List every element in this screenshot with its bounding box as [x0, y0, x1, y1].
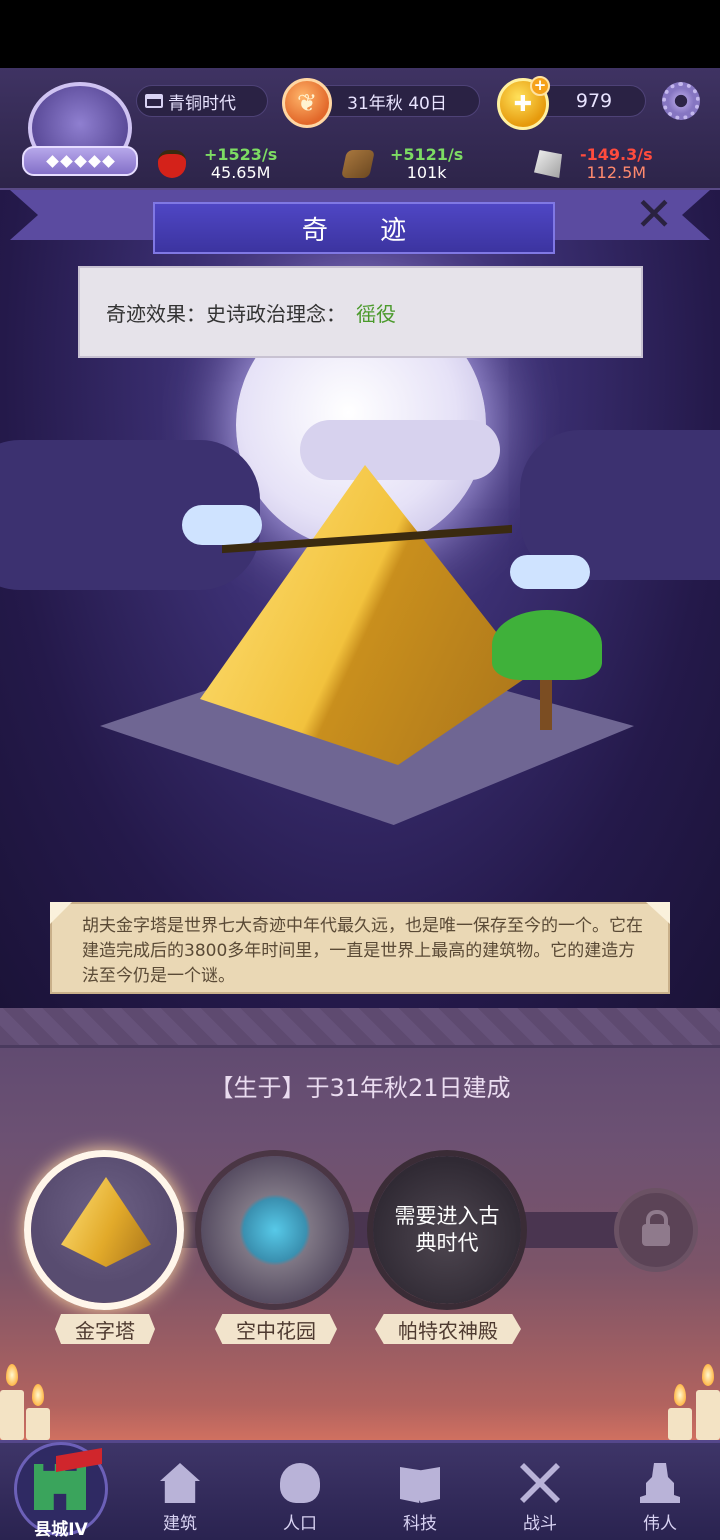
era-pill[interactable]: 青铜时代 — [136, 85, 268, 117]
bust-statue-icon — [640, 1463, 680, 1503]
wonder-label-pyramid: 金字塔 — [55, 1314, 155, 1344]
panel-border-deco — [0, 1008, 720, 1048]
coin-amount: 979 — [575, 90, 613, 112]
status-bar — [0, 0, 720, 68]
nav-label-county-town: 县城IV — [34, 1520, 88, 1540]
stone-resource[interactable]: -149.3/s 112.5M — [534, 144, 653, 184]
wonder-lock-text: 需要进入古典时代 — [394, 1204, 500, 1255]
hanging-gardens-thumbnail — [201, 1156, 349, 1304]
nav-population[interactable]: 人口 — [240, 1440, 360, 1540]
person-head-icon — [280, 1463, 320, 1503]
stone-amount: 112.5M — [586, 163, 647, 182]
bed-icon — [145, 94, 163, 108]
nav-label-technology: 科技 — [403, 1514, 437, 1534]
small-cloud — [510, 555, 590, 589]
city-level-banner — [22, 146, 138, 176]
wood-amount: 101k — [406, 163, 447, 182]
candle — [696, 1390, 720, 1440]
nav-label-population: 人口 — [283, 1514, 317, 1534]
nav-great-people[interactable]: 伟人 — [600, 1440, 720, 1540]
wonder-hanging-gardens[interactable] — [195, 1150, 355, 1310]
palm-tree — [492, 610, 602, 730]
food-resource[interactable]: +1523/s 45.65M — [158, 144, 277, 184]
wonder-label-parthenon: 帕特农神殿 — [375, 1314, 521, 1344]
house-icon — [160, 1463, 200, 1503]
moon-cloud — [300, 420, 500, 480]
close-icon[interactable]: ✕ — [632, 191, 676, 238]
nav-buildings[interactable]: 建筑 — [120, 1440, 240, 1540]
autumn-leaf-icon: ❦ — [282, 78, 332, 128]
wonder-description: 胡夫金字塔是世界七大奇迹中年代最久远，也是唯一保存至今的一个。它在建造完成后的3… — [50, 902, 670, 994]
stone-icon — [534, 150, 562, 178]
crossed-swords-icon — [520, 1463, 560, 1503]
add-coins-button[interactable]: + — [530, 76, 550, 96]
candle-flame — [702, 1364, 714, 1386]
nav-label-great-people: 伟人 — [643, 1514, 677, 1534]
stone-rate: -149.3/s — [580, 145, 653, 164]
wonder-effect-label: 奇迹效果：史诗政治理念： — [106, 301, 346, 326]
nav-label-buildings: 建筑 — [163, 1514, 197, 1534]
wonder-effect-value: 徭役 — [356, 301, 396, 326]
nav-technology[interactable]: 科技 — [360, 1440, 480, 1540]
book-icon — [400, 1467, 440, 1503]
candle — [0, 1390, 24, 1440]
candle — [26, 1408, 50, 1440]
candle-flame — [32, 1384, 44, 1406]
candle — [668, 1408, 692, 1440]
wood-resource[interactable]: +5121/s 101k — [341, 144, 464, 184]
wonder-description-text: 胡夫金字塔是世界七大奇迹中年代最久远，也是唯一保存至今的一个。它在建造完成后的3… — [82, 916, 643, 986]
pyramid-thumbnail — [61, 1177, 151, 1267]
wood-rate: +5121/s — [390, 145, 464, 164]
wonder-effect-box: 奇迹效果：史诗政治理念： 徭役 — [78, 266, 643, 358]
candle-flame — [6, 1364, 18, 1386]
locked-slot[interactable] — [614, 1188, 698, 1272]
candle-flame — [674, 1384, 686, 1406]
wonder-scene: 奇 迹 ✕ 奇迹效果：史诗政治理念： 徭役 胡夫金字塔是世界七大奇迹中年代最久远… — [0, 190, 720, 1008]
lock-icon — [642, 1210, 670, 1246]
page-title: 奇 迹 — [153, 202, 555, 254]
wood-logs-icon — [341, 150, 375, 178]
era-label: 青铜时代 — [168, 93, 236, 114]
food-rate: +1523/s — [204, 145, 278, 164]
built-status-text: 【生于】于31年秋21日建成 — [209, 1074, 511, 1102]
date-label: 31年秋 40日 — [347, 93, 447, 114]
small-cloud — [182, 505, 262, 545]
wonder-label-hanging-gardens: 空中花园 — [215, 1314, 337, 1344]
wonder-parthenon[interactable]: 需要进入古典时代 — [367, 1150, 527, 1310]
city-avatar[interactable] — [22, 82, 138, 190]
nav-battle[interactable]: 战斗 — [480, 1440, 600, 1540]
food-amount: 45.65M — [210, 163, 271, 182]
settings-gear-icon[interactable] — [662, 82, 700, 120]
wonder-pyramid[interactable] — [24, 1150, 184, 1310]
apple-icon — [158, 150, 186, 178]
nav-label-battle: 战斗 — [523, 1514, 557, 1534]
